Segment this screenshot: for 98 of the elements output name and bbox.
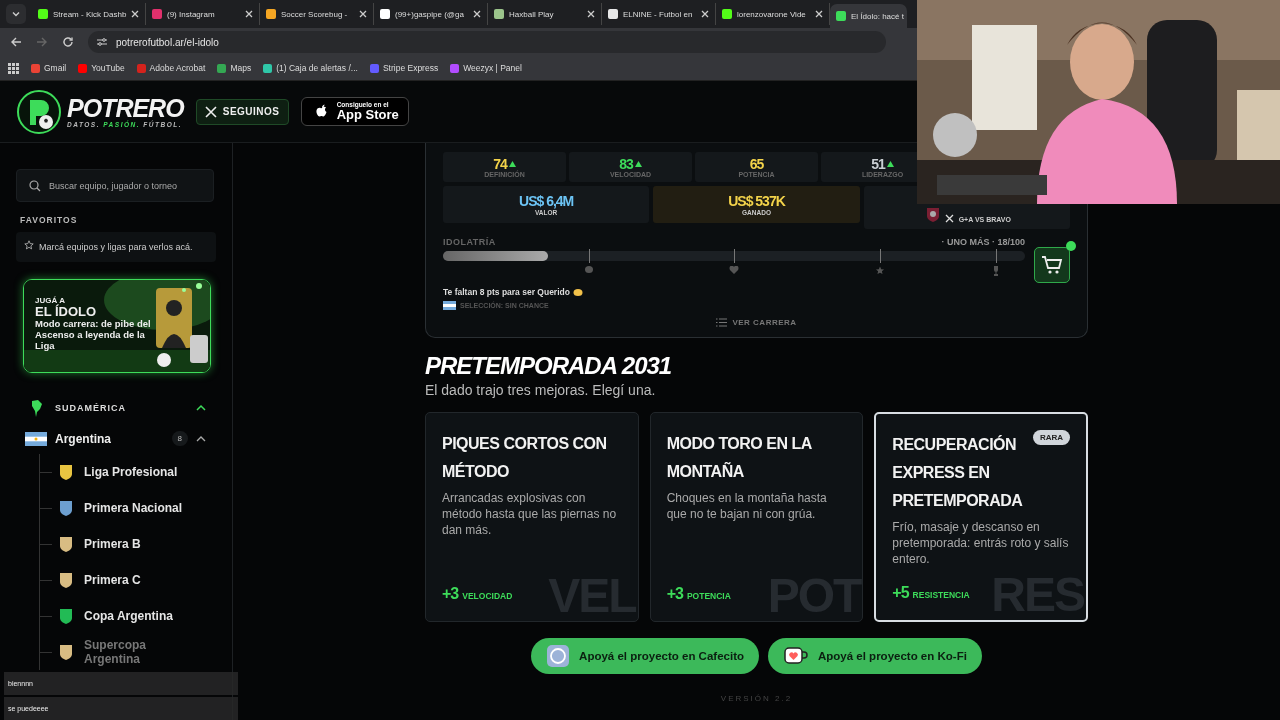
caret-icon — [11, 9, 21, 19]
stat-value: 65 — [749, 156, 764, 171]
support-button[interactable]: Apoyá el proyecto en Cafecito — [531, 638, 759, 674]
card-description: Frío, masaje y descanso en pretemporada: entrás roto y salís entero. — [892, 519, 1070, 567]
league-item[interactable]: Liga Profesional — [40, 454, 188, 490]
close-icon[interactable] — [245, 10, 253, 18]
list-icon — [716, 318, 728, 327]
promo-banner[interactable]: JUGÁ A EL ÍDOLO Modo carrera: de pibe del Ascenso a leyenda de la Liga — [23, 279, 211, 373]
apple-logo-icon — [314, 103, 329, 120]
apps-icon[interactable] — [8, 62, 19, 74]
bookmark[interactable]: (1) Caja de alertas /... — [263, 63, 358, 73]
search-icon — [29, 180, 41, 192]
league-crest-icon — [58, 535, 74, 553]
heart-icon — [729, 266, 739, 274]
money-value: US$ 537K — [728, 193, 785, 209]
section-title: FAVORITOS — [20, 215, 79, 225]
idolatry-label: IDOLATRÍA — [443, 237, 496, 247]
support-button[interactable]: Apoyá el proyecto en Ko-Fi — [768, 638, 982, 674]
continent-icon — [31, 399, 43, 417]
stat-value: 51 — [871, 156, 885, 171]
money-value: US$ 6,4M — [519, 193, 574, 209]
shop-cart-button[interactable] — [1034, 247, 1070, 283]
card-description: Choques en la montaña hasta que no te bajan ni con grúa. — [666, 490, 828, 522]
promo-text: Modo carrera: de pibe del Ascenso a leyenda de la Liga — [35, 318, 152, 351]
reload-icon[interactable] — [62, 36, 74, 48]
bookmark[interactable]: YouTube — [78, 63, 125, 73]
logo-icon — [16, 88, 62, 135]
bonus-value: +3 — [666, 585, 683, 603]
close-icon[interactable] — [473, 10, 481, 18]
flag-icon — [443, 301, 456, 310]
close-icon[interactable] — [815, 10, 823, 18]
search-field[interactable]: Buscar equipo, jugador o torneo — [16, 169, 214, 202]
bonus-stat: VELOCIDAD — [462, 591, 513, 601]
star-icon — [24, 240, 34, 250]
card-title: RECUPERACIÓN EXPRESS EN PRETEMPORADA — [892, 434, 1024, 511]
cart-icon — [1041, 255, 1063, 275]
close-icon[interactable] — [587, 10, 595, 18]
league-crest-icon — [58, 499, 74, 517]
league-crest-icon — [58, 607, 74, 625]
browser-tab[interactable]: (9) Instagram — [146, 3, 260, 25]
close-icon[interactable] — [701, 10, 709, 18]
bonus-value: +3 — [442, 585, 459, 603]
league-crest-icon — [58, 643, 74, 661]
league-item[interactable]: Primera C — [40, 562, 188, 598]
count-badge: 8 — [171, 431, 188, 446]
bonus-stat: RESISTENCIA — [912, 590, 970, 600]
stat-value: 83 — [619, 156, 633, 171]
section-heading: PRETEMPORADA 2031 — [425, 352, 673, 380]
browser-tab[interactable]: Haxball Play — [488, 3, 602, 25]
browser-tab[interactable]: (99+)gaspipe (@ga — [374, 3, 488, 25]
country-row[interactable]: Argentina 8 — [16, 431, 206, 446]
flag-icon — [25, 431, 47, 446]
browser-tab[interactable]: Soccer Scorebug - — [260, 3, 374, 25]
idolatry-status: · UNO MÁS · 18/100 — [941, 237, 1025, 247]
back-icon[interactable] — [10, 36, 22, 48]
bonus-value: +5 — [892, 584, 909, 602]
star-icon — [875, 266, 884, 275]
mug-heart-icon — [784, 645, 808, 667]
collapse-icon[interactable] — [196, 434, 206, 443]
close-icon[interactable] — [131, 10, 140, 18]
league-crest-icon — [58, 463, 74, 481]
bookmark[interactable]: Stripe Express — [369, 63, 439, 73]
idolatry-hint: Te faltan 8 pts para ser Querido — [443, 287, 570, 297]
tab-search-button[interactable] — [6, 4, 26, 24]
career-link[interactable]: VER CARRERA — [716, 318, 797, 327]
stat-value: 74 — [493, 156, 507, 171]
league-item[interactable]: Copa Argentina — [40, 598, 188, 634]
bonus-stat: POTENCIA — [686, 591, 731, 601]
bookmark[interactable]: Weezyx | Panel — [450, 63, 522, 73]
crossed-swords-icon — [944, 214, 954, 223]
card-description: Arrancadas explosivas con método hasta que las piernas no dan más. — [442, 490, 618, 538]
follow-button[interactable]: SEGUINOS — [195, 98, 289, 125]
league-item[interactable]: Supercopa Argentina — [40, 634, 188, 670]
browser-tab[interactable]: Stream - Kick Dashb — [32, 3, 146, 25]
x-logo-icon — [204, 105, 217, 118]
section-subtitle: El dado trajo tres mejoras. Elegí una. — [425, 382, 657, 398]
club-crest-icon — [925, 207, 940, 223]
promo-title: EL ÍDOLO — [35, 305, 98, 318]
bookmark[interactable]: Gmail — [31, 63, 67, 73]
rarity-badge: RARA — [1032, 430, 1070, 445]
browser-tab[interactable]: El Ídolo: hacé t — [830, 4, 907, 28]
region-row[interactable]: SUDAMÉRICA — [16, 399, 206, 417]
league-item[interactable]: Primera B — [40, 526, 188, 562]
league-item[interactable]: Primera Nacional — [40, 490, 188, 526]
browser-tab[interactable]: ELNINE - Futbol en — [602, 3, 716, 25]
league-crest-icon — [58, 571, 74, 589]
trophy-icon — [992, 266, 999, 276]
address-bar[interactable]: potrerofutbol.ar/el-idolo — [88, 31, 886, 53]
card-title: MODO TORO EN LA MONTAÑA — [666, 434, 813, 482]
card-title: PIQUES CORTOS CON MÉTODO — [442, 434, 608, 482]
site-settings-icon[interactable] — [96, 36, 108, 48]
bookmark[interactable]: Adobe Acrobat — [136, 63, 206, 73]
collapse-icon[interactable] — [196, 404, 206, 412]
promo-kicker: JUGÁ A — [35, 296, 65, 305]
favorites-hint: Marcá equipos y ligas para verlos acá. — [16, 232, 216, 262]
brand-name: POTRERO — [67, 95, 184, 121]
bookmark[interactable]: Maps — [217, 63, 252, 73]
close-icon[interactable] — [359, 10, 367, 18]
